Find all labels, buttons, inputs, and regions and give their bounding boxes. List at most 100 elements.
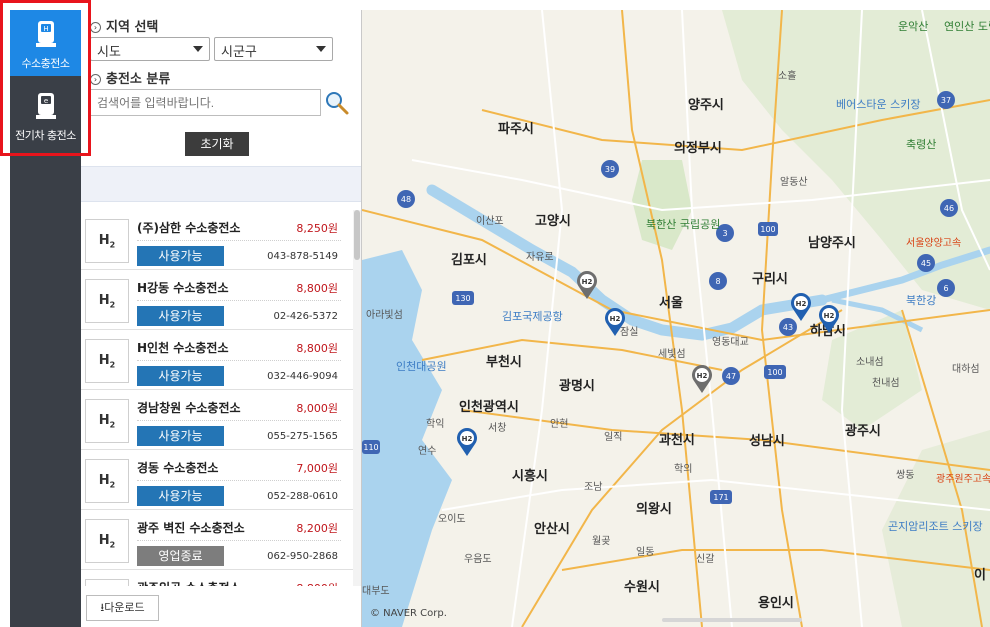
map-label: 북한산 국립공원 (646, 218, 721, 231)
map-label: 자유로 (526, 252, 554, 263)
map-label: 월곶 (592, 536, 611, 547)
station-row[interactable]: H2광주일곡 수소충전소8,800원사용가능 (81, 570, 353, 586)
hydrogen-logo-icon: H2 (85, 399, 129, 443)
map-label: 김포국제공항 (502, 310, 563, 323)
chevron-down-icon (193, 46, 203, 52)
map-label: 고양시 (535, 214, 571, 229)
map-label: 용인시 (758, 596, 794, 611)
svg-text:171: 171 (713, 493, 728, 502)
map-marker-active[interactable]: H2 (455, 427, 479, 457)
station-row[interactable]: H2 (주)삼한 수소충전소 8,250원 사용가능 043-878-5149 (81, 210, 353, 270)
scrollbar-thumb[interactable] (354, 210, 360, 260)
hydrogen-logo-icon: H2 (85, 219, 129, 263)
svg-text:100: 100 (760, 225, 775, 234)
map-label: 대부도 (362, 586, 390, 597)
chevron-right-icon: › (90, 74, 101, 85)
station-phone: 052-288-0610 (267, 491, 338, 502)
svg-text:8: 8 (715, 277, 720, 286)
map-label: 천내섬 (872, 378, 900, 389)
status-badge: 사용가능 (137, 486, 224, 506)
station-row[interactable]: H2 경동 수소충전소 7,000원 사용가능 052-288-0610 (81, 450, 353, 510)
map-label: 김포시 (451, 253, 487, 268)
station-phone: 032-446-9094 (267, 371, 338, 382)
map-marker-inactive[interactable]: H2 (690, 364, 714, 394)
city-select[interactable]: 시군구 (214, 37, 333, 61)
svg-text:39: 39 (605, 165, 615, 174)
map-label: 연수 (418, 446, 437, 457)
province-select[interactable]: 시도 (90, 37, 210, 61)
station-row[interactable]: H2 H강동 수소충전소 8,800원 사용가능 02-426-5372 (81, 270, 353, 330)
list-scrollbar[interactable] (353, 210, 361, 586)
map-label: 축령산 (906, 138, 937, 151)
map-view[interactable]: 39 48 3 8 45 37 46 43 47 6 100 130 100 1… (362, 10, 990, 627)
province-select-value: 시도 (97, 45, 121, 60)
map-label: 파주시 (498, 122, 534, 137)
map-label: 알동산 (780, 177, 808, 188)
station-name[interactable]: 경남창원 수소충전소 (137, 399, 241, 416)
station-row[interactable]: H2 H인천 수소충전소 8,800원사용가능 032-446-9094 (81, 330, 353, 390)
station-name[interactable]: 광주일곡 수소충전소 (137, 579, 241, 586)
nav-item-label: 수소충전소 (21, 57, 70, 70)
map-marker-active[interactable]: H2 (817, 304, 841, 334)
left-nav: H 수소충전소 e 전기차 충전소 (10, 10, 81, 627)
map-label: 의정부시 (674, 141, 722, 156)
station-name[interactable]: H인천 수소충전소 (137, 339, 229, 356)
search-input[interactable] (90, 89, 321, 116)
city-select-value: 시군구 (221, 45, 257, 60)
map-copyright: © NAVER Corp. (370, 608, 447, 619)
station-price: 7,000원 (296, 462, 338, 475)
category-section-title: › 충전소 분류 (90, 68, 170, 87)
category-title-text: 충전소 분류 (106, 72, 171, 87)
search-icon[interactable] (324, 90, 350, 116)
svg-text:3: 3 (722, 229, 727, 238)
map-label: 이 (974, 568, 986, 583)
map-label: 성남시 (749, 434, 785, 449)
nav-item-hydrogen[interactable]: H 수소충전소 (10, 10, 81, 76)
status-badge: 사용가능 (137, 366, 224, 386)
chevron-down-icon (316, 46, 326, 52)
station-phone: 062-950-2868 (267, 551, 338, 562)
status-badge: 영업종료 (137, 546, 224, 566)
station-name[interactable]: H강동 수소충전소 (137, 279, 229, 296)
info-banner (81, 166, 361, 202)
map-label: 북한강 (906, 294, 937, 307)
station-price: 8,800원 (296, 342, 338, 355)
station-phone: 043-878-5149 (267, 251, 338, 262)
map-label: 서울양양고속 (906, 238, 962, 249)
station-price: 8,200원 (296, 522, 338, 535)
map-label: 신갈 (696, 554, 715, 565)
svg-text:6: 6 (943, 284, 948, 293)
region-title-text: 지역 선택 (106, 20, 159, 35)
svg-text:H: H (43, 25, 48, 33)
svg-text:H2: H2 (610, 315, 621, 323)
station-list: H2 (주)삼한 수소충전소 8,250원 사용가능 043-878-5149 H2 H강동… (81, 210, 353, 586)
station-name[interactable]: 경동 수소충전소 (137, 459, 218, 476)
reset-button[interactable]: 초기화 (185, 132, 249, 156)
row-divider (137, 420, 341, 421)
map-label: 아라빛섬 (366, 310, 403, 321)
svg-text:H2: H2 (582, 278, 593, 286)
map-label: 오이도 (438, 514, 466, 525)
svg-text:110: 110 (363, 443, 378, 452)
map-marker-active[interactable]: H2 (603, 307, 627, 337)
download-button[interactable]: ⭳다운로드 (86, 595, 159, 621)
station-name[interactable]: 광주 벽진 수소충전소 (137, 519, 245, 536)
station-phone: 055-275-1565 (267, 431, 338, 442)
svg-text:H2: H2 (462, 435, 473, 443)
hydrogen-logo-icon: H2 (85, 339, 129, 383)
map-label: 양주시 (688, 98, 724, 113)
map-label: 소흘 (778, 71, 797, 82)
map-marker-inactive[interactable]: H2 (575, 270, 599, 300)
map-label: 광주시 (845, 424, 881, 439)
row-divider (137, 300, 341, 301)
row-divider (137, 480, 341, 481)
svg-text:H2: H2 (796, 300, 807, 308)
map-label: 의왕시 (636, 502, 672, 517)
map-label: 서울 (659, 296, 683, 311)
station-name[interactable]: (주)삼한 수소충전소 (137, 219, 240, 236)
map-label: 남양주시 (808, 236, 856, 251)
map-marker-active[interactable]: H2 (789, 292, 813, 322)
station-row[interactable]: H2 광주 벽진 수소충전소 8,200원 영업종료 062-950-2868 (81, 510, 353, 570)
nav-item-ev[interactable]: e 전기차 충전소 (10, 82, 81, 148)
station-row[interactable]: H2 경남창원 수소충전소 8,000원 사용가능 055-275-1565 (81, 390, 353, 450)
